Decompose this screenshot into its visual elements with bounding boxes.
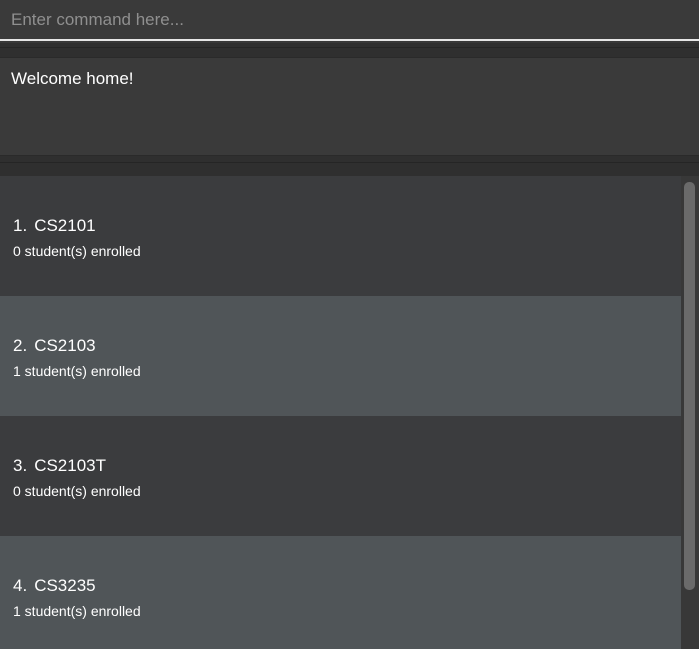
- module-enrolled-count: 0 student(s) enrolled: [13, 243, 141, 259]
- module-card[interactable]: 3. CS2103T 0 student(s) enrolled: [0, 416, 681, 536]
- module-title: 2. CS2103: [13, 336, 96, 356]
- module-enrolled-count: 1 student(s) enrolled: [13, 603, 141, 619]
- module-card[interactable]: 1. CS2101 0 student(s) enrolled: [0, 176, 681, 296]
- app-window: Welcome home! 1. CS2101 0 student(s) enro…: [0, 0, 699, 649]
- module-list: 1. CS2101 0 student(s) enrolled 2. CS2103 …: [0, 176, 699, 649]
- module-code: CS2101: [34, 216, 96, 235]
- result-display[interactable]: Welcome home!: [0, 57, 699, 156]
- module-title: 1. CS2101: [13, 216, 96, 236]
- module-enrolled-count: 1 student(s) enrolled: [13, 363, 141, 379]
- module-code: CS2103: [34, 336, 96, 355]
- divider: [0, 156, 699, 176]
- module-enrolled-count: 0 student(s) enrolled: [13, 483, 141, 499]
- module-card[interactable]: 4. CS3235 1 student(s) enrolled: [0, 536, 681, 649]
- separator-line: [0, 47, 699, 48]
- module-index: 1.: [13, 216, 28, 235]
- module-index: 3.: [13, 456, 28, 475]
- module-card[interactable]: 2. CS2103 1 student(s) enrolled: [0, 296, 681, 416]
- divider-line: [0, 162, 699, 163]
- module-code: CS3235: [34, 576, 96, 595]
- module-title: 3. CS2103T: [13, 456, 106, 476]
- separator: [0, 43, 699, 57]
- module-index: 2.: [13, 336, 28, 355]
- command-input[interactable]: [0, 0, 699, 41]
- module-index: 4.: [13, 576, 28, 595]
- module-code: CS2103T: [34, 456, 107, 475]
- result-text: Welcome home!: [11, 69, 134, 88]
- command-box: [0, 0, 699, 41]
- module-title: 4. CS3235: [13, 576, 96, 596]
- scrollbar-thumb[interactable]: [684, 182, 695, 590]
